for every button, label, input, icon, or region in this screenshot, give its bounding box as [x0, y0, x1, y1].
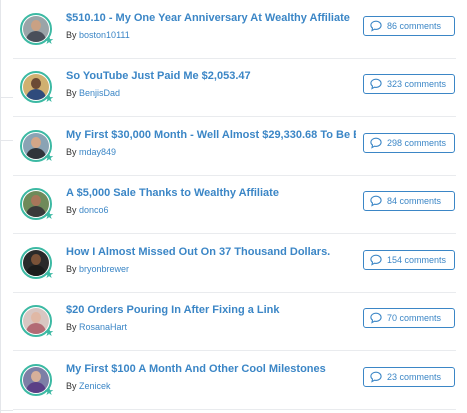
comments-button[interactable]: 298 comments	[363, 133, 455, 153]
post-byline: By bryonbrewer	[66, 264, 129, 274]
author-avatar[interactable]: ★	[20, 71, 54, 105]
author-link[interactable]: mday849	[79, 147, 116, 157]
star-icon: ★	[44, 35, 54, 47]
comments-button[interactable]: 70 comments	[363, 308, 455, 328]
author-avatar[interactable]: ★	[20, 13, 54, 47]
avatar-head	[31, 137, 41, 148]
post-byline: By donco6	[66, 205, 109, 215]
post-row: ★ My First $30,000 Month - Well Almost $…	[13, 117, 456, 176]
speech-bubble-icon	[370, 195, 382, 207]
avatar-head	[31, 195, 41, 206]
speech-bubble-icon	[370, 20, 382, 32]
by-label: By	[66, 147, 77, 157]
avatar-head	[31, 20, 41, 31]
star-icon: ★	[44, 269, 54, 281]
author-link[interactable]: RosanaHart	[79, 322, 127, 332]
author-link[interactable]: donco6	[79, 205, 109, 215]
comments-button[interactable]: 323 comments	[363, 74, 455, 94]
post-byline: By mday849	[66, 147, 116, 157]
avatar-head	[31, 371, 41, 382]
comments-button[interactable]: 86 comments	[363, 16, 455, 36]
comments-button[interactable]: 23 comments	[363, 367, 455, 387]
star-icon: ★	[44, 327, 54, 339]
by-label: By	[66, 30, 77, 40]
author-link[interactable]: boston10111	[79, 30, 130, 40]
speech-bubble-icon	[370, 312, 382, 324]
recent-posts-panel: ★ $510.10 - My One Year Anniversary At W…	[0, 0, 467, 413]
post-row: ★ $510.10 - My One Year Anniversary At W…	[13, 0, 456, 59]
post-title-link[interactable]: $20 Orders Pouring In After Fixing a Lin…	[66, 304, 356, 316]
post-title-link[interactable]: A $5,000 Sale Thanks to Wealthy Affiliat…	[66, 187, 356, 199]
post-title-link[interactable]: $510.10 - My One Year Anniversary At Wea…	[66, 12, 356, 24]
avatar-head	[31, 254, 41, 265]
post-title-link[interactable]: My First $30,000 Month - Well Almost $29…	[66, 129, 356, 141]
post-title-link[interactable]: How I Almost Missed Out On 37 Thousand D…	[66, 246, 356, 258]
author-avatar[interactable]: ★	[20, 305, 54, 339]
author-avatar[interactable]: ★	[20, 364, 54, 398]
side-divider	[1, 97, 13, 98]
comments-button[interactable]: 154 comments	[363, 250, 455, 270]
post-title-link[interactable]: My First $100 A Month And Other Cool Mil…	[66, 363, 356, 375]
post-title-link[interactable]: So YouTube Just Paid Me $2,053.47	[66, 70, 356, 82]
comments-count: 86 comments	[387, 21, 442, 31]
comments-button[interactable]: 84 comments	[363, 191, 455, 211]
post-byline: By BenjisDad	[66, 88, 120, 98]
post-row: ★ $20 Orders Pouring In After Fixing a L…	[13, 292, 456, 351]
by-label: By	[66, 322, 77, 332]
speech-bubble-icon	[370, 371, 382, 383]
speech-bubble-icon	[370, 137, 382, 149]
author-avatar[interactable]: ★	[20, 247, 54, 281]
by-label: By	[66, 205, 77, 215]
author-link[interactable]: bryonbrewer	[79, 264, 129, 274]
comments-count: 154 comments	[387, 255, 447, 265]
author-link[interactable]: Zenicek	[79, 381, 111, 391]
author-link[interactable]: BenjisDad	[79, 88, 120, 98]
comments-count: 23 comments	[387, 372, 442, 382]
side-divider	[1, 140, 13, 141]
post-row: ★ So YouTube Just Paid Me $2,053.47 By B…	[13, 58, 456, 117]
post-byline: By RosanaHart	[66, 322, 127, 332]
star-icon: ★	[44, 93, 54, 105]
post-row: ★ A $5,000 Sale Thanks to Wealthy Affili…	[13, 175, 456, 234]
post-byline: By boston10111	[66, 30, 130, 40]
comments-count: 298 comments	[387, 138, 447, 148]
by-label: By	[66, 264, 77, 274]
side-divider	[1, 410, 13, 411]
speech-bubble-icon	[370, 254, 382, 266]
star-icon: ★	[44, 152, 54, 164]
comments-count: 70 comments	[387, 313, 442, 323]
avatar-head	[31, 78, 41, 89]
post-row: ★ How I Almost Missed Out On 37 Thousand…	[13, 234, 456, 293]
avatar-head	[31, 312, 41, 323]
star-icon: ★	[44, 386, 54, 398]
star-icon: ★	[44, 210, 54, 222]
author-avatar[interactable]: ★	[20, 188, 54, 222]
author-avatar[interactable]: ★	[20, 130, 54, 164]
post-row: ★ My First $100 A Month And Other Cool M…	[13, 351, 456, 410]
comments-count: 323 comments	[387, 79, 447, 89]
by-label: By	[66, 88, 77, 98]
comments-count: 84 comments	[387, 196, 442, 206]
speech-bubble-icon	[370, 78, 382, 90]
by-label: By	[66, 381, 77, 391]
post-byline: By Zenicek	[66, 381, 111, 391]
